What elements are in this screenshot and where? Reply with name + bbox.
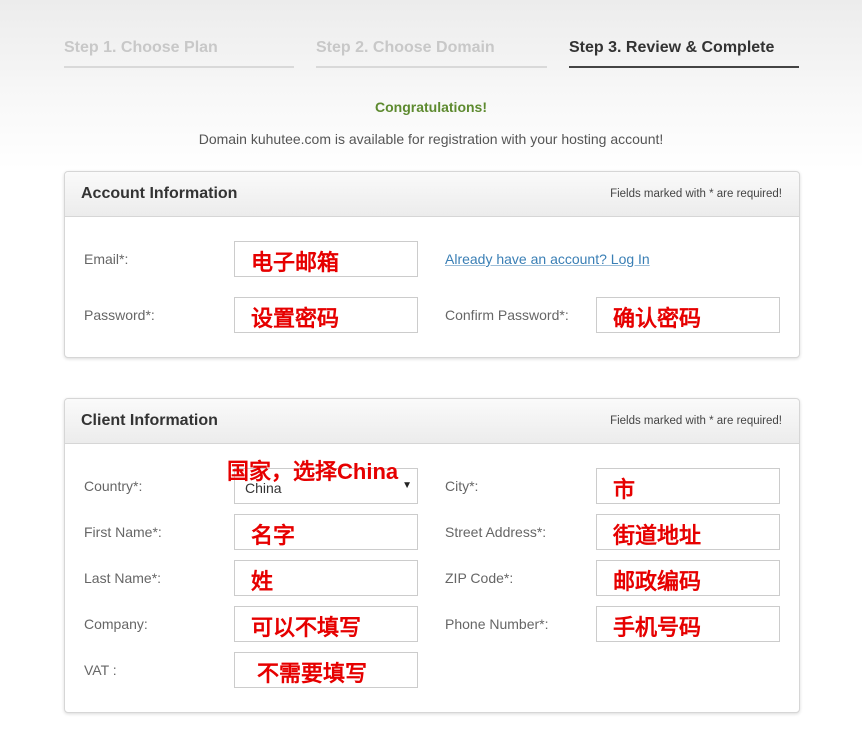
- step-review-complete: Step 3. Review & Complete: [569, 38, 799, 68]
- step-choose-plan[interactable]: Step 1. Choose Plan: [64, 38, 294, 68]
- phone-number-label: Phone Number*:: [445, 616, 549, 632]
- vat-label: VAT :: [84, 662, 117, 678]
- password-field-value: 设置密码: [251, 306, 340, 331]
- client-panel-title: Client Information: [81, 412, 218, 429]
- congrats-message: Congratulations!: [375, 99, 487, 115]
- company-field[interactable]: 可以不填写: [234, 606, 418, 642]
- city-field[interactable]: 市: [596, 468, 780, 504]
- zip-code-field-value: 邮政编码: [613, 569, 702, 594]
- vat-field-value: 不需要填写: [257, 661, 368, 686]
- last-name-field[interactable]: 姓: [234, 560, 418, 596]
- account-panel-title: Account Information: [81, 185, 238, 202]
- password-field[interactable]: 设置密码: [234, 297, 418, 333]
- street-address-label: Street Address*:: [445, 524, 547, 540]
- confirm-password-field[interactable]: 确认密码: [596, 297, 780, 333]
- email-label: Email*:: [84, 251, 129, 267]
- last-name-field-value: 姓: [251, 569, 274, 594]
- city-label: City*:: [445, 478, 479, 494]
- vat-field[interactable]: 不需要填写: [234, 652, 418, 688]
- street-address-field-value: 街道地址: [613, 523, 702, 548]
- zip-code-label: ZIP Code*:: [445, 570, 514, 586]
- country-label: Country*:: [84, 478, 143, 494]
- company-label: Company:: [84, 616, 148, 632]
- required-fields-note: Fields marked with * are required!: [610, 188, 782, 200]
- last-name-label: Last Name*:: [84, 570, 162, 586]
- step-choose-domain[interactable]: Step 2. Choose Domain: [316, 38, 547, 68]
- password-label: Password*:: [84, 307, 155, 323]
- progress-steps: Step 1. Choose Plan Step 2. Choose Domai…: [64, 38, 800, 68]
- client-panel-header: Client Information Fields marked with * …: [65, 399, 799, 444]
- email-field[interactable]: 电子邮箱: [234, 241, 418, 277]
- email-field-value: 电子邮箱: [251, 250, 340, 275]
- zip-code-field[interactable]: 邮政编码: [596, 560, 780, 596]
- city-field-value: 市: [613, 477, 636, 502]
- client-information-panel: Client Information Fields marked with * …: [64, 398, 800, 713]
- required-fields-note: Fields marked with * are required!: [610, 415, 782, 427]
- first-name-label: First Name*:: [84, 524, 162, 540]
- confirm-password-label: Confirm Password*:: [445, 307, 569, 323]
- country-annotation: 国家，选择China: [227, 459, 399, 484]
- account-information-panel: Account Information Fields marked with *…: [64, 171, 800, 358]
- phone-number-field[interactable]: 手机号码: [596, 606, 780, 642]
- first-name-field-value: 名字: [251, 523, 296, 548]
- availability-message: Domain kuhutee.com is available for regi…: [198, 131, 664, 147]
- account-panel-header: Account Information Fields marked with *…: [65, 172, 799, 217]
- first-name-field[interactable]: 名字: [234, 514, 418, 550]
- confirm-password-field-value: 确认密码: [613, 306, 702, 331]
- company-field-value: 可以不填写: [251, 615, 362, 640]
- phone-number-field-value: 手机号码: [613, 615, 702, 640]
- login-link[interactable]: Already have an account? Log In: [445, 251, 650, 267]
- dropdown-caret-icon: ▼: [402, 480, 412, 491]
- street-address-field[interactable]: 街道地址: [596, 514, 780, 550]
